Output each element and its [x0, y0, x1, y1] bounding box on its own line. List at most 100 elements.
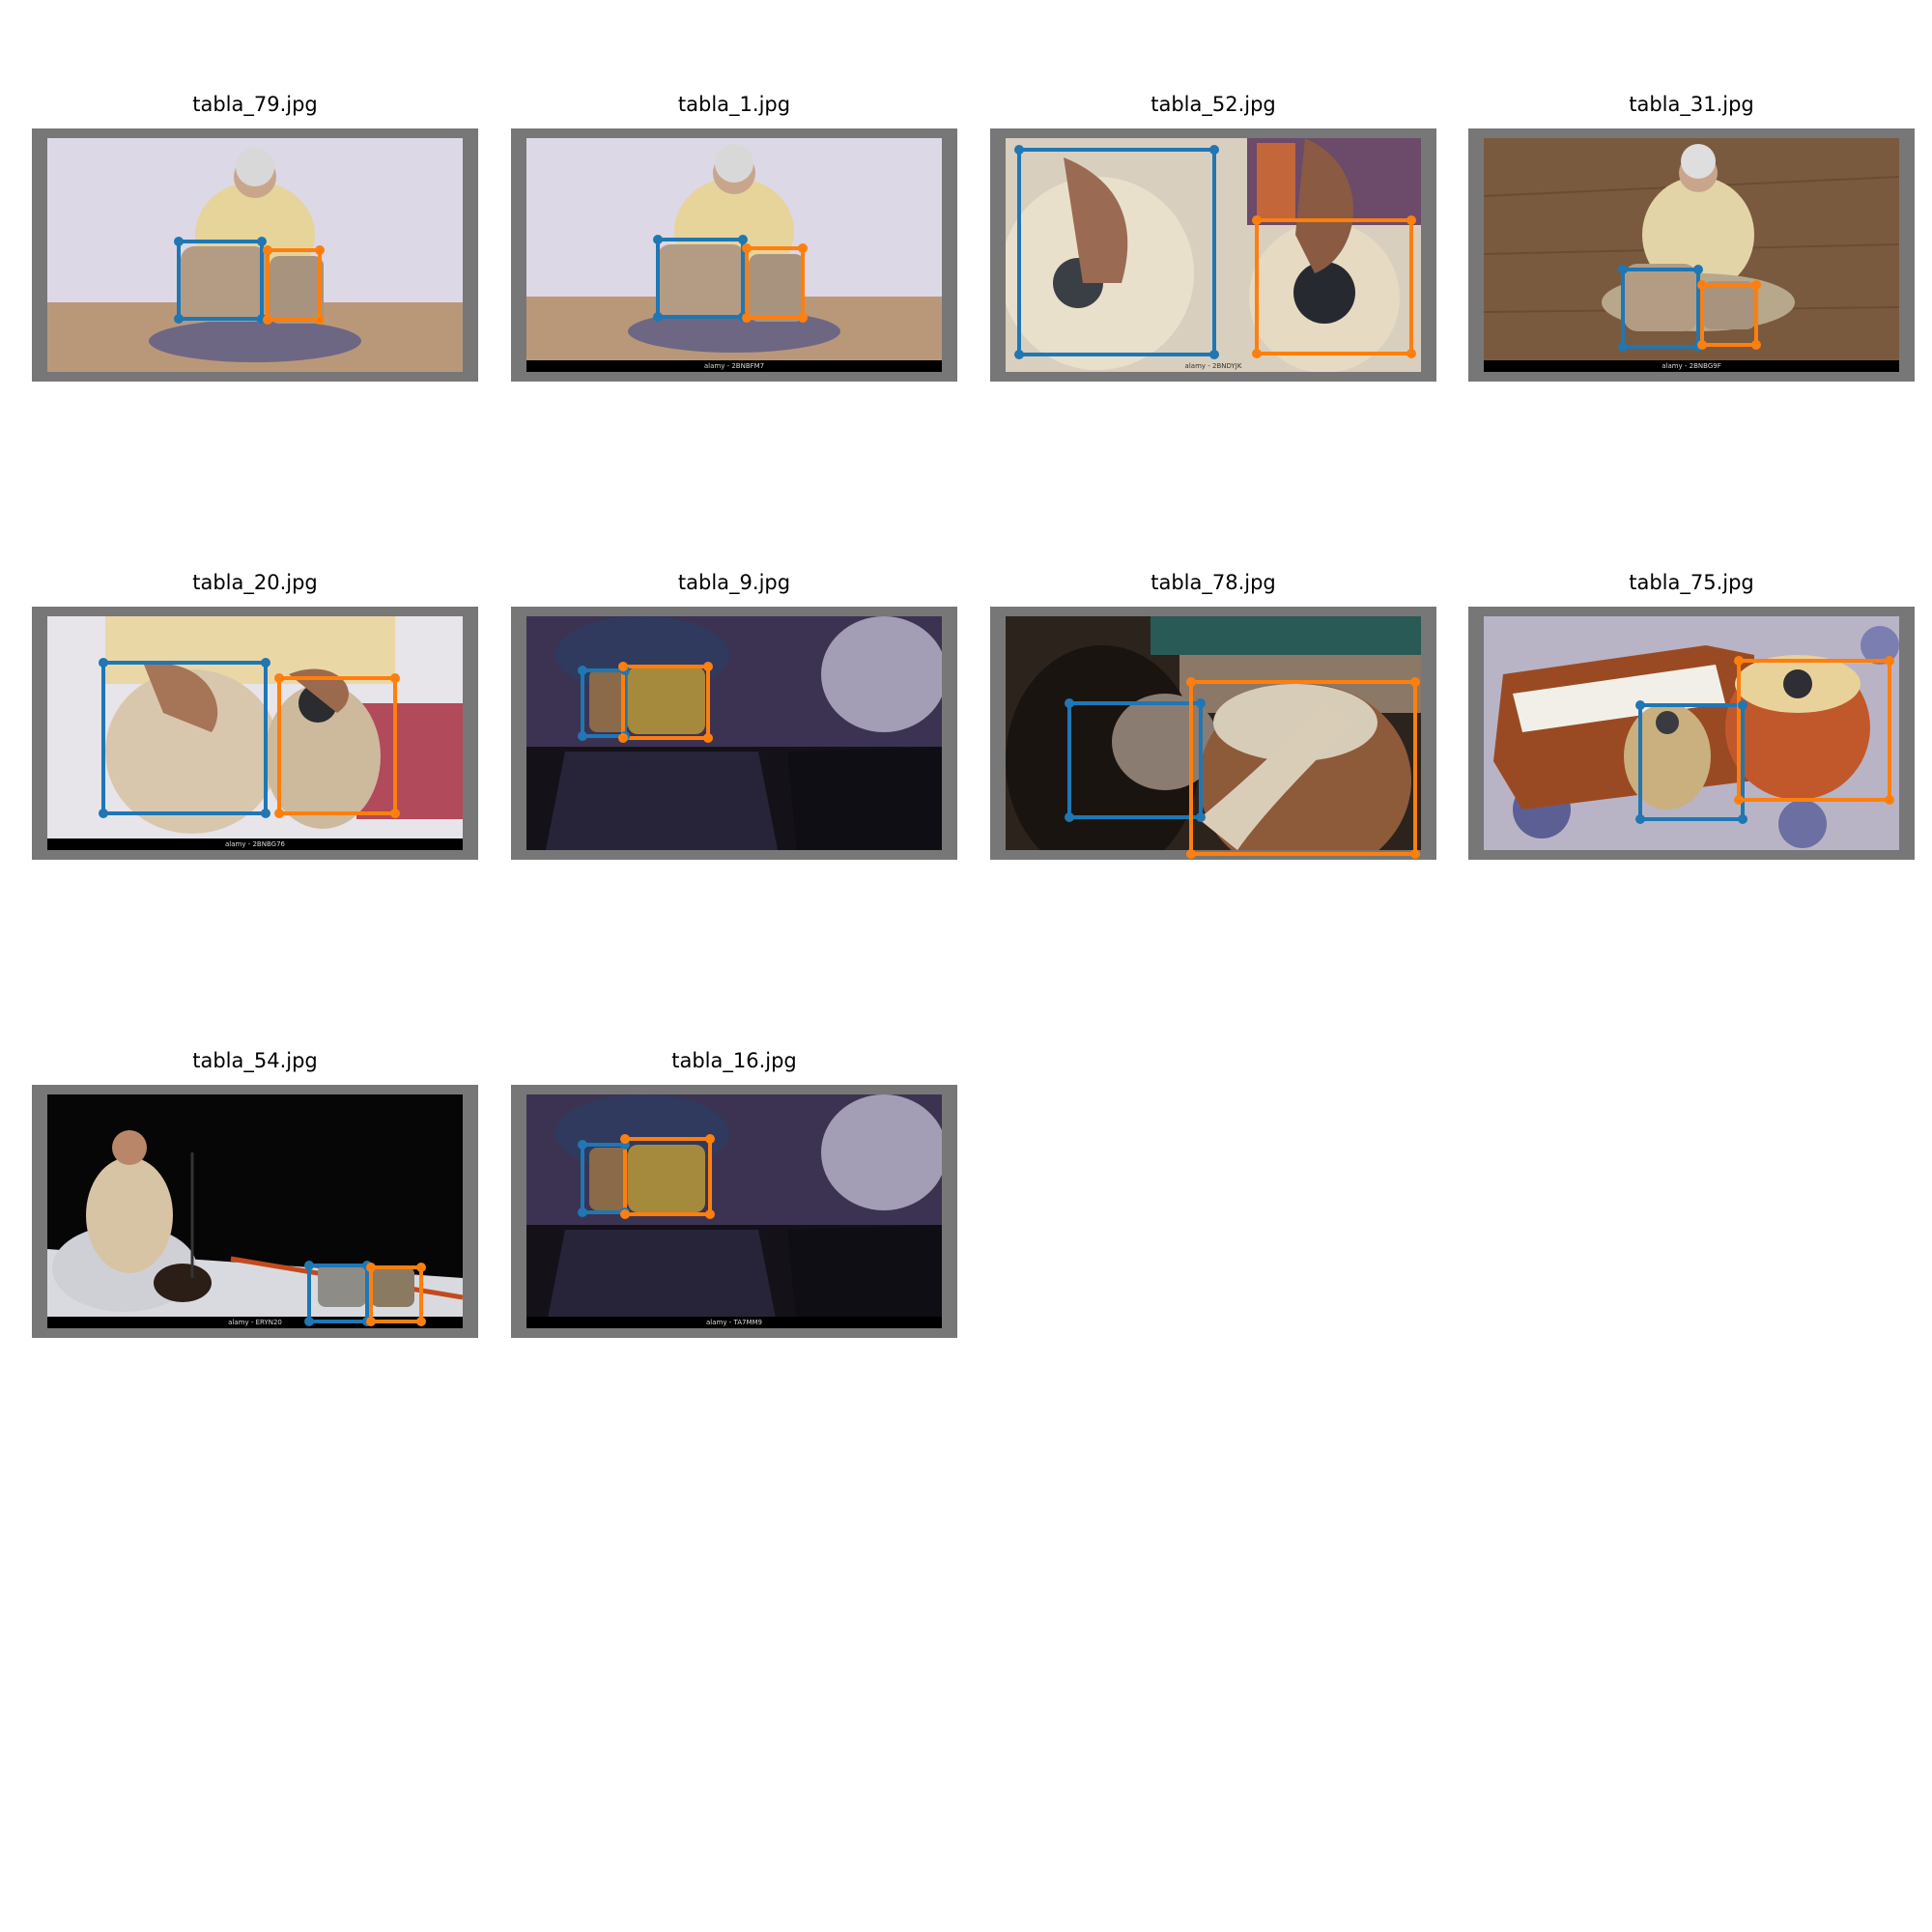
corner-dot [99, 658, 108, 668]
detection-box-orange [1189, 680, 1417, 856]
corner-dot [263, 245, 272, 255]
corner-dot [1209, 145, 1219, 155]
detection-box-blue [1638, 703, 1745, 821]
corner-dot [416, 1317, 426, 1326]
corner-dot [1734, 795, 1744, 805]
panel-title: tabla_54.jpg [192, 1049, 318, 1072]
corner-dot [315, 245, 325, 255]
detection-box-blue [581, 1143, 627, 1214]
watermark: alamy - 2BNDYJK [1184, 362, 1242, 370]
corner-dot [705, 1134, 715, 1144]
corner-dot [798, 243, 808, 253]
corner-dot [1885, 795, 1894, 805]
corner-dot [1693, 265, 1703, 274]
image-frame: alamy - 2BNBFM7 [511, 128, 957, 382]
panel-title: tabla_16.jpg [671, 1049, 797, 1072]
image-frame [511, 607, 957, 860]
image-frame: alamy - 2BNBG9F [1468, 128, 1915, 382]
detection-box-orange [1700, 283, 1758, 347]
corner-dot [1885, 656, 1894, 666]
corner-dot [620, 1209, 630, 1219]
corner-dot [1186, 849, 1196, 859]
corner-dot [1410, 677, 1420, 687]
corner-dot [1635, 700, 1645, 710]
corner-dot [1065, 698, 1074, 708]
corner-dot [618, 733, 628, 743]
corner-dot [390, 673, 400, 683]
detection-box-blue [1017, 148, 1216, 356]
corner-dot [798, 313, 808, 323]
image-frame: alamy - TA7MM9 [511, 1085, 957, 1338]
corner-dot [174, 314, 184, 324]
panel-title: tabla_78.jpg [1151, 571, 1276, 594]
corner-dot [1406, 215, 1416, 225]
image-frame: alamy - 2BNBG76 [32, 607, 478, 860]
corner-dot [1751, 280, 1761, 290]
image-frame: alamy - 2BNDYJK [990, 128, 1436, 382]
corner-dot [1618, 342, 1628, 352]
watermark: alamy - 2BNBFM7 [526, 360, 942, 372]
corner-dot [366, 1263, 376, 1272]
corner-dot [1697, 280, 1707, 290]
watermark: alamy - 2BNBG9F [1484, 360, 1899, 372]
panel-title: tabla_9.jpg [677, 571, 791, 594]
corner-dot [742, 243, 752, 253]
detection-box-orange [623, 1137, 712, 1216]
corner-dot [366, 1317, 376, 1326]
detection-box-orange [266, 248, 322, 322]
corner-dot [703, 733, 713, 743]
corner-dot [1635, 814, 1645, 824]
corner-dot [1209, 350, 1219, 359]
corner-dot [416, 1263, 426, 1272]
corner-dot [1410, 849, 1420, 859]
detection-box-orange [1255, 218, 1413, 355]
corner-dot [1751, 340, 1761, 350]
corner-dot [618, 662, 628, 671]
corner-dot [304, 1261, 314, 1270]
panel-title: tabla_75.jpg [1629, 571, 1754, 594]
panel-title: tabla_52.jpg [1151, 93, 1276, 116]
detection-box-orange [277, 676, 397, 815]
corner-dot [1014, 350, 1024, 359]
corner-dot [174, 237, 184, 246]
detection-box-blue [581, 668, 627, 738]
corner-dot [99, 809, 108, 818]
corner-dot [1697, 340, 1707, 350]
corner-dot [1734, 656, 1744, 666]
corner-dot [1738, 814, 1747, 824]
detection-box-blue [307, 1264, 369, 1323]
corner-dot [261, 658, 270, 668]
corner-dot [620, 1134, 630, 1144]
detection-box-orange [621, 665, 710, 740]
detection-box-blue [177, 240, 264, 321]
corner-dot [1406, 349, 1416, 358]
corner-dot [390, 809, 400, 818]
panel-title: tabla_31.jpg [1629, 93, 1754, 116]
corner-dot [1014, 145, 1024, 155]
watermark: alamy - 2BNBG76 [47, 838, 463, 850]
image-frame: alamy - ERYN20 [32, 1085, 478, 1338]
corner-dot [1618, 265, 1628, 274]
corner-dot [261, 809, 270, 818]
corner-dot [653, 312, 663, 322]
watermark: alamy - TA7MM9 [526, 1317, 942, 1328]
image-frame [990, 607, 1436, 860]
panel-title: tabla_79.jpg [192, 93, 318, 116]
detection-box-blue [656, 238, 745, 319]
corner-dot [1196, 812, 1206, 822]
image-frame [1468, 607, 1915, 860]
detection-box-blue [101, 661, 268, 815]
corner-dot [1186, 677, 1196, 687]
detection-box-orange [1737, 659, 1891, 802]
corner-dot [1065, 812, 1074, 822]
corner-dot [1738, 700, 1747, 710]
corner-dot [1252, 215, 1262, 225]
detection-box-blue [1067, 701, 1203, 819]
detection-box-blue [1621, 268, 1700, 349]
corner-dot [274, 673, 284, 683]
corner-dot [578, 666, 587, 675]
corner-dot [653, 235, 663, 244]
image-frame [32, 128, 478, 382]
corner-dot [1252, 349, 1262, 358]
detection-box-orange [745, 246, 805, 320]
